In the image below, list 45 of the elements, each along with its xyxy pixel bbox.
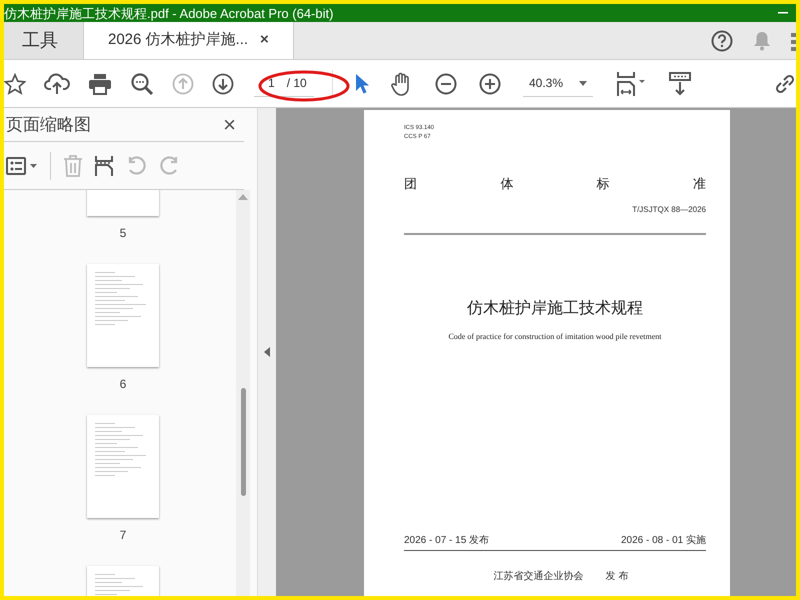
zoom-search-icon[interactable] bbox=[130, 72, 154, 96]
page-number-field[interactable]: 1 / 10 bbox=[254, 70, 314, 96]
scrollbar[interactable] bbox=[236, 190, 250, 596]
page-number-label: 7 bbox=[120, 527, 126, 544]
heading-character: 体 bbox=[500, 175, 514, 193]
heading-character: 标 bbox=[596, 175, 610, 193]
page-total: / 10 bbox=[286, 75, 307, 92]
page-fit-icon[interactable] bbox=[615, 70, 647, 96]
close-tab-button[interactable]: × bbox=[260, 29, 269, 52]
panel-title: 页面缩略图 bbox=[6, 114, 91, 136]
caret-icon bbox=[579, 80, 587, 86]
scroll-thumb[interactable] bbox=[240, 388, 246, 496]
current-page: 1 bbox=[268, 75, 275, 92]
standard-number: T/JSJTQX 88—2026 bbox=[632, 204, 706, 216]
page-thumbnail[interactable] bbox=[87, 415, 159, 518]
print-icon[interactable] bbox=[88, 72, 112, 94]
cloud-upload-icon[interactable] bbox=[44, 72, 70, 96]
page-number-label: 5 bbox=[120, 225, 126, 242]
document-subtitle: Code of practice for construction of imitation wood pile revetment bbox=[448, 330, 662, 342]
tab[interactable]: 2026 仿木桩护岸施... × bbox=[84, 22, 294, 59]
publish-label: 发 布 bbox=[606, 570, 628, 584]
document-title: 仿木桩护岸施工技术规程 bbox=[467, 298, 643, 318]
effective-date: 2026 - 08 - 01 实施 bbox=[620, 534, 706, 548]
window-title: 仿木桩护岸施工技术规程.pdf - Adobe Acrobat Pro (64-bit) bbox=[4, 6, 334, 20]
zoom-out-icon[interactable] bbox=[435, 72, 457, 94]
more-icon[interactable] bbox=[791, 30, 796, 50]
zoom-dropdown[interactable]: 40.3% bbox=[523, 70, 593, 96]
insert-page-icon[interactable] bbox=[95, 154, 113, 176]
heading-character: 团 bbox=[404, 175, 417, 193]
close-button[interactable]: × bbox=[223, 114, 236, 136]
link-icon[interactable] bbox=[774, 72, 796, 94]
issue-date: 2026 - 07 - 15 发布 bbox=[404, 534, 490, 548]
scroll-mode-icon[interactable] bbox=[669, 72, 691, 96]
minimize-icon[interactable] bbox=[778, 12, 788, 14]
options-menu-icon[interactable] bbox=[6, 156, 38, 174]
publisher-name: 江苏省交通企业协会 bbox=[494, 570, 584, 584]
page-number-label: 6 bbox=[120, 376, 126, 393]
star-icon[interactable] bbox=[4, 72, 26, 94]
zoom-in-icon[interactable] bbox=[479, 72, 501, 94]
page-thumbnail[interactable] bbox=[87, 264, 159, 367]
tab[interactable]: 工具 bbox=[4, 22, 84, 59]
pointer-icon[interactable] bbox=[355, 72, 369, 94]
heading-character: 准 bbox=[692, 175, 706, 193]
collapse-arrow-icon[interactable] bbox=[264, 347, 270, 357]
help-icon[interactable] bbox=[711, 30, 733, 52]
